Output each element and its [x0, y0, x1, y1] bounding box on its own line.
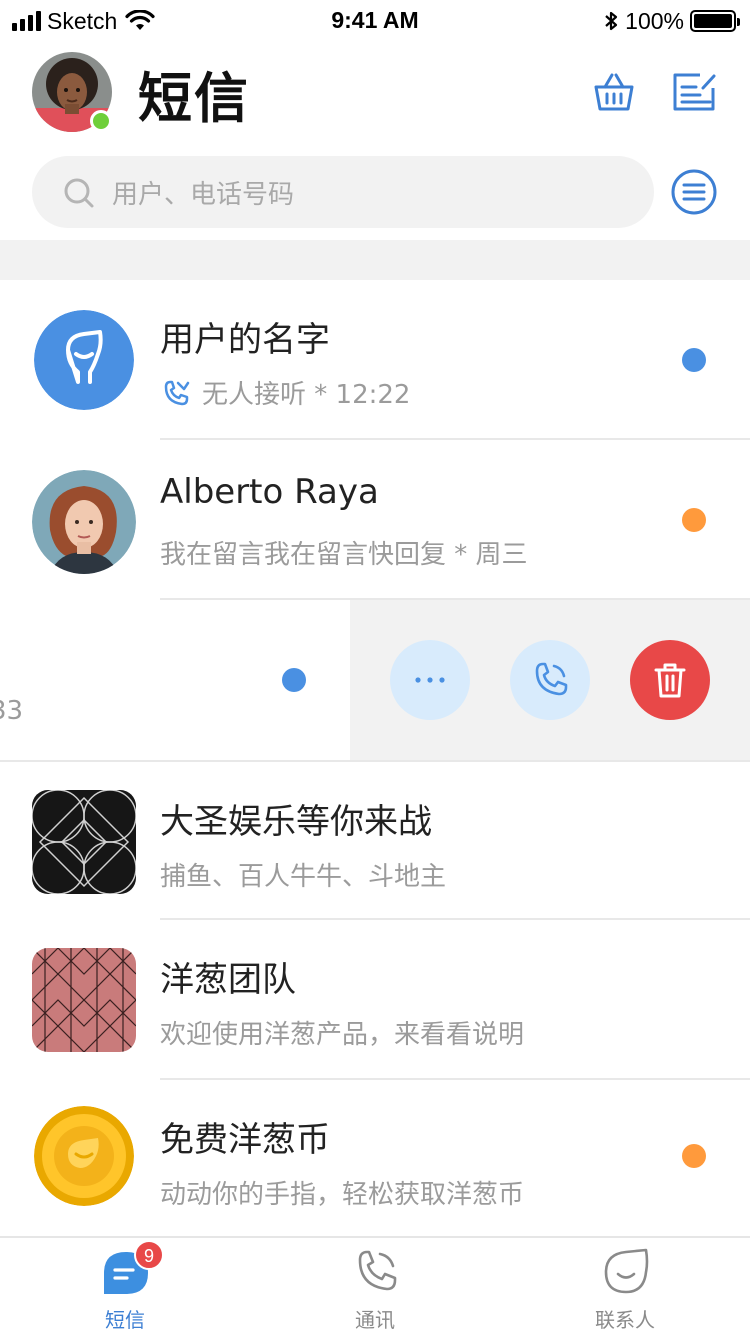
swiped-row-content: 33 [0, 600, 350, 760]
tab-label: 联系人 [595, 1308, 655, 1332]
message-preview: 捕鱼、百人牛牛、斗地主 [160, 862, 447, 892]
unread-dot [682, 1144, 706, 1168]
swiped-conversation-row[interactable]: 33 [0, 600, 750, 760]
online-status-dot [90, 110, 112, 132]
more-button[interactable] [390, 640, 470, 720]
delete-button[interactable] [630, 640, 710, 720]
conversation-row[interactable]: 免费洋葱币 动动你的手指，轻松获取洋葱币 [0, 1080, 750, 1240]
tab-label: 通讯 [355, 1308, 395, 1332]
tab-messages[interactable]: 9 短信 [0, 1238, 250, 1334]
phone-icon [358, 1250, 397, 1291]
page-title: 短信 [138, 67, 250, 130]
tab-label: 短信 [105, 1308, 145, 1332]
tab-bar: 9 短信 通讯 联系人 [0, 1236, 750, 1334]
contact-icon [604, 1248, 649, 1294]
delete-icon [654, 663, 686, 698]
missed-call-icon [164, 380, 190, 405]
header: 短信 用户、电话号码 [0, 40, 750, 240]
status-bar: Sketch 9:41 AM 100% [0, 0, 750, 40]
search-placeholder: 用户、电话号码 [112, 180, 295, 210]
status-right: 100% [603, 7, 740, 34]
preview-text-fragment: 33 [0, 696, 24, 726]
call-button[interactable] [510, 640, 590, 720]
contact-name: Alberto Raya [160, 472, 379, 512]
section-gap [0, 240, 750, 280]
basket-icon[interactable] [590, 70, 638, 114]
swipe-actions [350, 600, 750, 760]
contact-name: 洋葱团队 [160, 960, 296, 1000]
unread-dot [282, 668, 306, 692]
search-input[interactable]: 用户、电话号码 [32, 156, 654, 228]
conversation-row[interactable]: 洋葱团队 欢迎使用洋葱产品，来看看说明 [0, 920, 750, 1080]
message-preview: 欢迎使用洋葱产品，来看看说明 [160, 1020, 525, 1050]
unread-dot [682, 348, 706, 372]
contact-name: 免费洋葱币 [160, 1120, 330, 1160]
contact-name: 大圣娱乐等你来战 [160, 802, 432, 842]
unread-badge: 9 [134, 1240, 164, 1270]
unread-dot [682, 508, 706, 532]
battery-percent: 100% [625, 7, 684, 34]
tab-contacts[interactable]: 联系人 [500, 1238, 750, 1334]
call-icon [535, 662, 568, 696]
filter-list-icon[interactable] [670, 168, 718, 216]
battery-icon [690, 10, 740, 32]
bluetooth-icon [605, 11, 618, 31]
avatar [32, 470, 136, 574]
preview-text: 无人接听 * 12:22 [202, 380, 411, 410]
conversation-row[interactable]: Alberto Raya 我在留言我在留言快回复 * 周三 [0, 440, 750, 600]
conversation-row[interactable]: 大圣娱乐等你来战 捕鱼、百人牛牛、斗地主 [0, 760, 750, 920]
avatar [34, 1106, 134, 1206]
message-preview: 动动你的手指，轻松获取洋葱币 [160, 1180, 525, 1210]
search-icon [64, 178, 94, 208]
conversation-row[interactable]: 用户的名字 无人接听 * 12:22 [0, 280, 750, 440]
message-preview: 无人接听 * 12:22 [160, 374, 410, 411]
contact-name: 用户的名字 [160, 320, 330, 360]
message-preview: 我在留言我在留言快回复 * 周三 [160, 540, 528, 570]
avatar [32, 948, 136, 1052]
tab-calls[interactable]: 通讯 [250, 1238, 500, 1334]
avatar [34, 310, 134, 410]
more-icon [415, 677, 445, 683]
compose-icon[interactable] [670, 70, 718, 114]
avatar [32, 790, 136, 894]
